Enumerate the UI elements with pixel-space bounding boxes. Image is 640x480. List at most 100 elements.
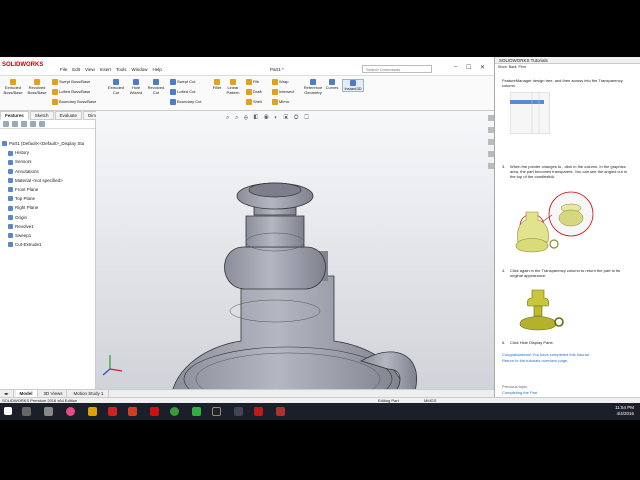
tree-item-revolve1[interactable]: Revolve1 xyxy=(0,222,95,231)
boundary-cut-icon xyxy=(170,99,176,105)
file-explorer-icon[interactable] xyxy=(88,407,97,416)
menu-help[interactable]: Help xyxy=(153,67,162,72)
tab-model[interactable]: Model xyxy=(15,390,38,397)
tree-item-cut-extrude1[interactable]: Cut-Extrude1 xyxy=(0,240,95,249)
app-window: SOLIDWORKS File Edit View Insert Tools W… xyxy=(0,57,640,420)
curves-button[interactable]: Curves xyxy=(324,79,340,90)
extruded-cut-button[interactable]: Extruded Cut xyxy=(106,79,126,95)
dimxpert-manager-icon[interactable] xyxy=(30,121,36,127)
feature-manager-toolbar xyxy=(0,120,95,129)
tree-item-origin[interactable]: Origin xyxy=(0,213,95,222)
origin-icon xyxy=(8,214,13,220)
display-manager-icon[interactable] xyxy=(39,121,45,127)
property-manager-icon[interactable] xyxy=(12,121,18,127)
document-title: Part1 * xyxy=(270,67,284,72)
tutorial-back-button[interactable]: Back xyxy=(509,65,517,75)
return-to-overview-link[interactable]: Return to the tutorials overview page. xyxy=(502,358,634,363)
system-clock[interactable]: 11:54 PM 4/4/2016 xyxy=(615,405,634,417)
step-5-number: 5. xyxy=(502,340,506,345)
linear-pattern-button[interactable]: Linear Pattern xyxy=(224,79,242,95)
menu-file[interactable]: File xyxy=(60,67,67,72)
tree-item-top-plane[interactable]: Top Plane xyxy=(0,194,95,203)
swept-cut-button[interactable]: Swept Cut xyxy=(170,79,195,85)
revolve-feature-icon xyxy=(8,224,13,229)
wrap-button[interactable]: Wrap xyxy=(272,79,288,85)
app-icon-1[interactable] xyxy=(66,407,75,416)
solidworks-taskbar-icon[interactable] xyxy=(108,407,117,416)
tree-item-part1[interactable]: Part1 (Default<<Default>_Display Sta xyxy=(0,139,95,148)
feature-tree-icon[interactable] xyxy=(3,121,9,127)
solidworks-active-icon[interactable] xyxy=(254,407,263,416)
tree-item-annotations[interactable]: Annotations xyxy=(0,167,95,176)
tab-model-nav-icon[interactable]: ◂▸ xyxy=(0,390,14,397)
mirror-button[interactable]: Mirror xyxy=(272,99,289,105)
app-icon-4[interactable] xyxy=(276,407,285,416)
tree-item-material[interactable]: Material <not specified> xyxy=(0,176,95,185)
command-manager: Extruded Boss/Base Revolved Boss/Base Sw… xyxy=(0,76,494,111)
tab-features[interactable]: Features xyxy=(0,111,29,120)
congratulations-text: Congratulations! You have completed this… xyxy=(502,352,590,357)
tree-item-history[interactable]: History xyxy=(0,148,95,157)
minimize-button[interactable]: – xyxy=(454,64,457,70)
tab-motion-study[interactable]: Motion Study 1 xyxy=(69,390,109,397)
tab-sketch[interactable]: Sketch xyxy=(29,111,54,120)
tutorial-pane: SOLIDWORKS Tutorials Show Back Print Fea… xyxy=(494,57,640,397)
intersect-icon xyxy=(272,89,278,95)
loft-icon xyxy=(52,89,58,95)
boundary-cut-button[interactable]: Boundary Cut xyxy=(170,99,201,105)
tree-item-sweep1[interactable]: Sweep1 xyxy=(0,231,95,240)
history-icon xyxy=(8,150,13,156)
menu-bar: File Edit View Insert Tools Window Help xyxy=(60,67,162,72)
hole-wizard-button[interactable]: Hole Wizard xyxy=(126,79,146,95)
line-icon[interactable] xyxy=(192,407,201,416)
part-icon xyxy=(2,141,7,147)
tab-evaluate[interactable]: Evaluate xyxy=(54,111,83,120)
candlestick-model[interactable] xyxy=(96,111,494,420)
tutorial-show-button[interactable]: Show xyxy=(498,65,507,75)
lofted-cut-button[interactable]: Lofted Cut xyxy=(170,89,195,95)
menu-edit[interactable]: Edit xyxy=(72,67,80,72)
tree-item-right-plane[interactable]: Right Plane xyxy=(0,203,95,212)
solidworks-logo[interactable]: SOLIDWORKS xyxy=(2,62,43,68)
revolved-cut-button[interactable]: Revolved Cut xyxy=(146,79,166,95)
menu-window[interactable]: Window xyxy=(132,67,148,72)
instant3d-button[interactable]: Instant3D xyxy=(342,79,364,92)
tree-item-sensors[interactable]: Sensors xyxy=(0,157,95,166)
rib-button[interactable]: Rib xyxy=(246,79,259,85)
cut-extrude-feature-icon xyxy=(8,242,13,248)
previous-topic-link[interactable]: Completing the Part xyxy=(502,390,634,395)
extruded-boss-button[interactable]: Extruded Boss/Base xyxy=(2,79,24,95)
tutorial-print-button[interactable]: Print xyxy=(519,65,526,75)
fillet-button[interactable]: Fillet xyxy=(210,79,224,90)
acrobat-icon[interactable] xyxy=(150,407,159,416)
search-icon[interactable] xyxy=(22,407,31,416)
menu-tools[interactable]: Tools xyxy=(116,67,127,72)
swept-boss-button[interactable]: Swept Boss/Base xyxy=(52,79,90,85)
search-commands-input[interactable]: Search Commands xyxy=(362,65,432,73)
tab-3d-views[interactable]: 3D Views xyxy=(40,390,68,397)
revolved-boss-button[interactable]: Revolved Boss/Base xyxy=(26,79,48,95)
shell-button[interactable]: Shell xyxy=(246,99,262,105)
reference-geometry-button[interactable]: Reference Geometry xyxy=(302,79,324,95)
sweep-icon xyxy=(52,79,58,85)
maximize-button[interactable]: ☐ xyxy=(466,64,471,71)
close-button[interactable]: ✕ xyxy=(480,64,485,71)
lofted-boss-button[interactable]: Lofted Boss/Base xyxy=(52,89,90,95)
start-icon[interactable] xyxy=(4,407,12,415)
plane-icon xyxy=(8,196,13,202)
menu-view[interactable]: View xyxy=(85,67,95,72)
draft-button[interactable]: Draft xyxy=(246,89,262,95)
app-icon-2[interactable] xyxy=(128,407,137,416)
axis-triad-icon xyxy=(102,355,123,376)
chrome-icon[interactable] xyxy=(170,407,179,416)
app-icon-3[interactable] xyxy=(234,407,243,416)
terminal-icon[interactable] xyxy=(212,407,221,416)
menu-insert[interactable]: Insert xyxy=(100,67,111,72)
intersect-button[interactable]: Intersect xyxy=(272,89,294,95)
step-3-number: 3. xyxy=(502,164,506,169)
boundary-boss-button[interactable]: Boundary Boss/Base xyxy=(52,99,96,105)
graphics-area[interactable]: ⌕ ⌕ ⊕ ◧ ◉ ◐ ▣ ◎ ☐ xyxy=(96,111,494,420)
task-view-icon[interactable] xyxy=(44,407,53,416)
configuration-manager-icon[interactable] xyxy=(21,121,27,127)
tree-item-front-plane[interactable]: Front Plane xyxy=(0,185,95,194)
